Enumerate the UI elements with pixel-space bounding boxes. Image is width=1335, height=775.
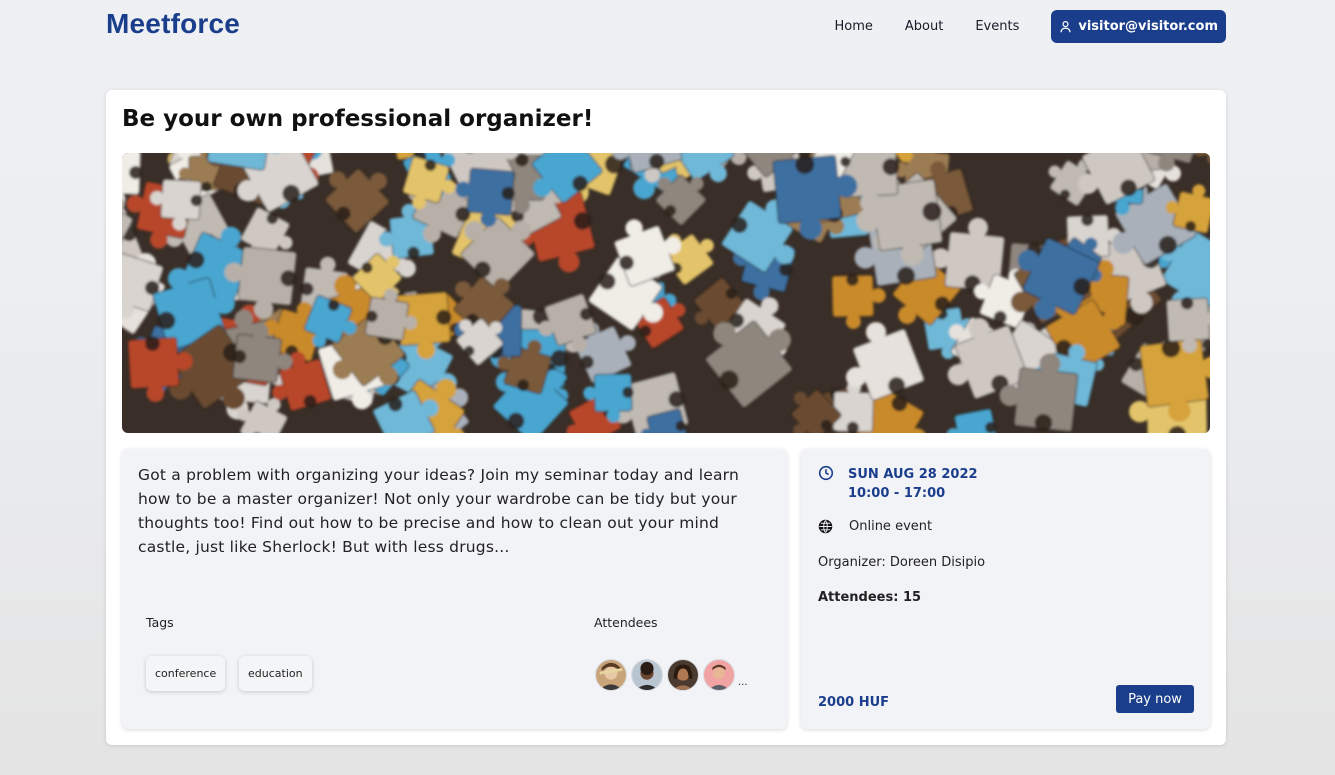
event-card: Be your own professional organizer! Got …: [106, 90, 1226, 745]
nav-about[interactable]: About: [905, 19, 943, 34]
event-location: Online event: [818, 519, 932, 534]
location-text: Online event: [849, 519, 933, 534]
event-info-panel: SUN AUG 28 2022 10:00 - 17:00 Online eve…: [801, 449, 1210, 729]
user-account-button[interactable]: visitor@visitor.com: [1051, 10, 1226, 43]
globe-icon: [818, 519, 833, 534]
event-banner-image: [122, 153, 1210, 433]
attendees-count: Attendees: 15: [818, 590, 922, 605]
nav-events[interactable]: Events: [975, 19, 1019, 34]
nav-home[interactable]: Home: [835, 19, 873, 34]
attendees-more: ...: [738, 677, 748, 688]
attendees-label: Attendees: [594, 615, 658, 630]
pay-now-button[interactable]: Pay now: [1116, 685, 1194, 713]
user-icon: [1060, 21, 1071, 33]
event-description: Got a problem with organizing your ideas…: [138, 466, 739, 556]
brand-logo[interactable]: Meetforce: [106, 8, 240, 40]
tag-conference[interactable]: conference: [146, 656, 226, 691]
attendee-avatar[interactable]: [703, 659, 735, 691]
event-title: Be your own professional organizer!: [122, 106, 594, 132]
event-datetime: SUN AUG 28 2022 10:00 - 17:00: [818, 465, 978, 503]
description-panel: Got a problem with organizing your ideas…: [122, 449, 787, 729]
attendee-avatar[interactable]: [595, 659, 627, 691]
tags-label: Tags: [146, 615, 174, 630]
organizer-text: Organizer: Doreen Disipio: [818, 555, 986, 570]
user-email: visitor@visitor.com: [1078, 19, 1218, 34]
event-price: 2000 HUF: [818, 695, 890, 710]
event-date: SUN AUG 28 2022: [848, 467, 978, 482]
attendee-avatar[interactable]: [631, 659, 663, 691]
tag-education[interactable]: education: [239, 656, 312, 691]
main-nav: Home About Events visitor@visitor.com: [835, 10, 1226, 43]
clock-icon: [818, 465, 834, 481]
event-time: 10:00 - 17:00: [848, 486, 946, 501]
attendee-avatar[interactable]: [667, 659, 699, 691]
